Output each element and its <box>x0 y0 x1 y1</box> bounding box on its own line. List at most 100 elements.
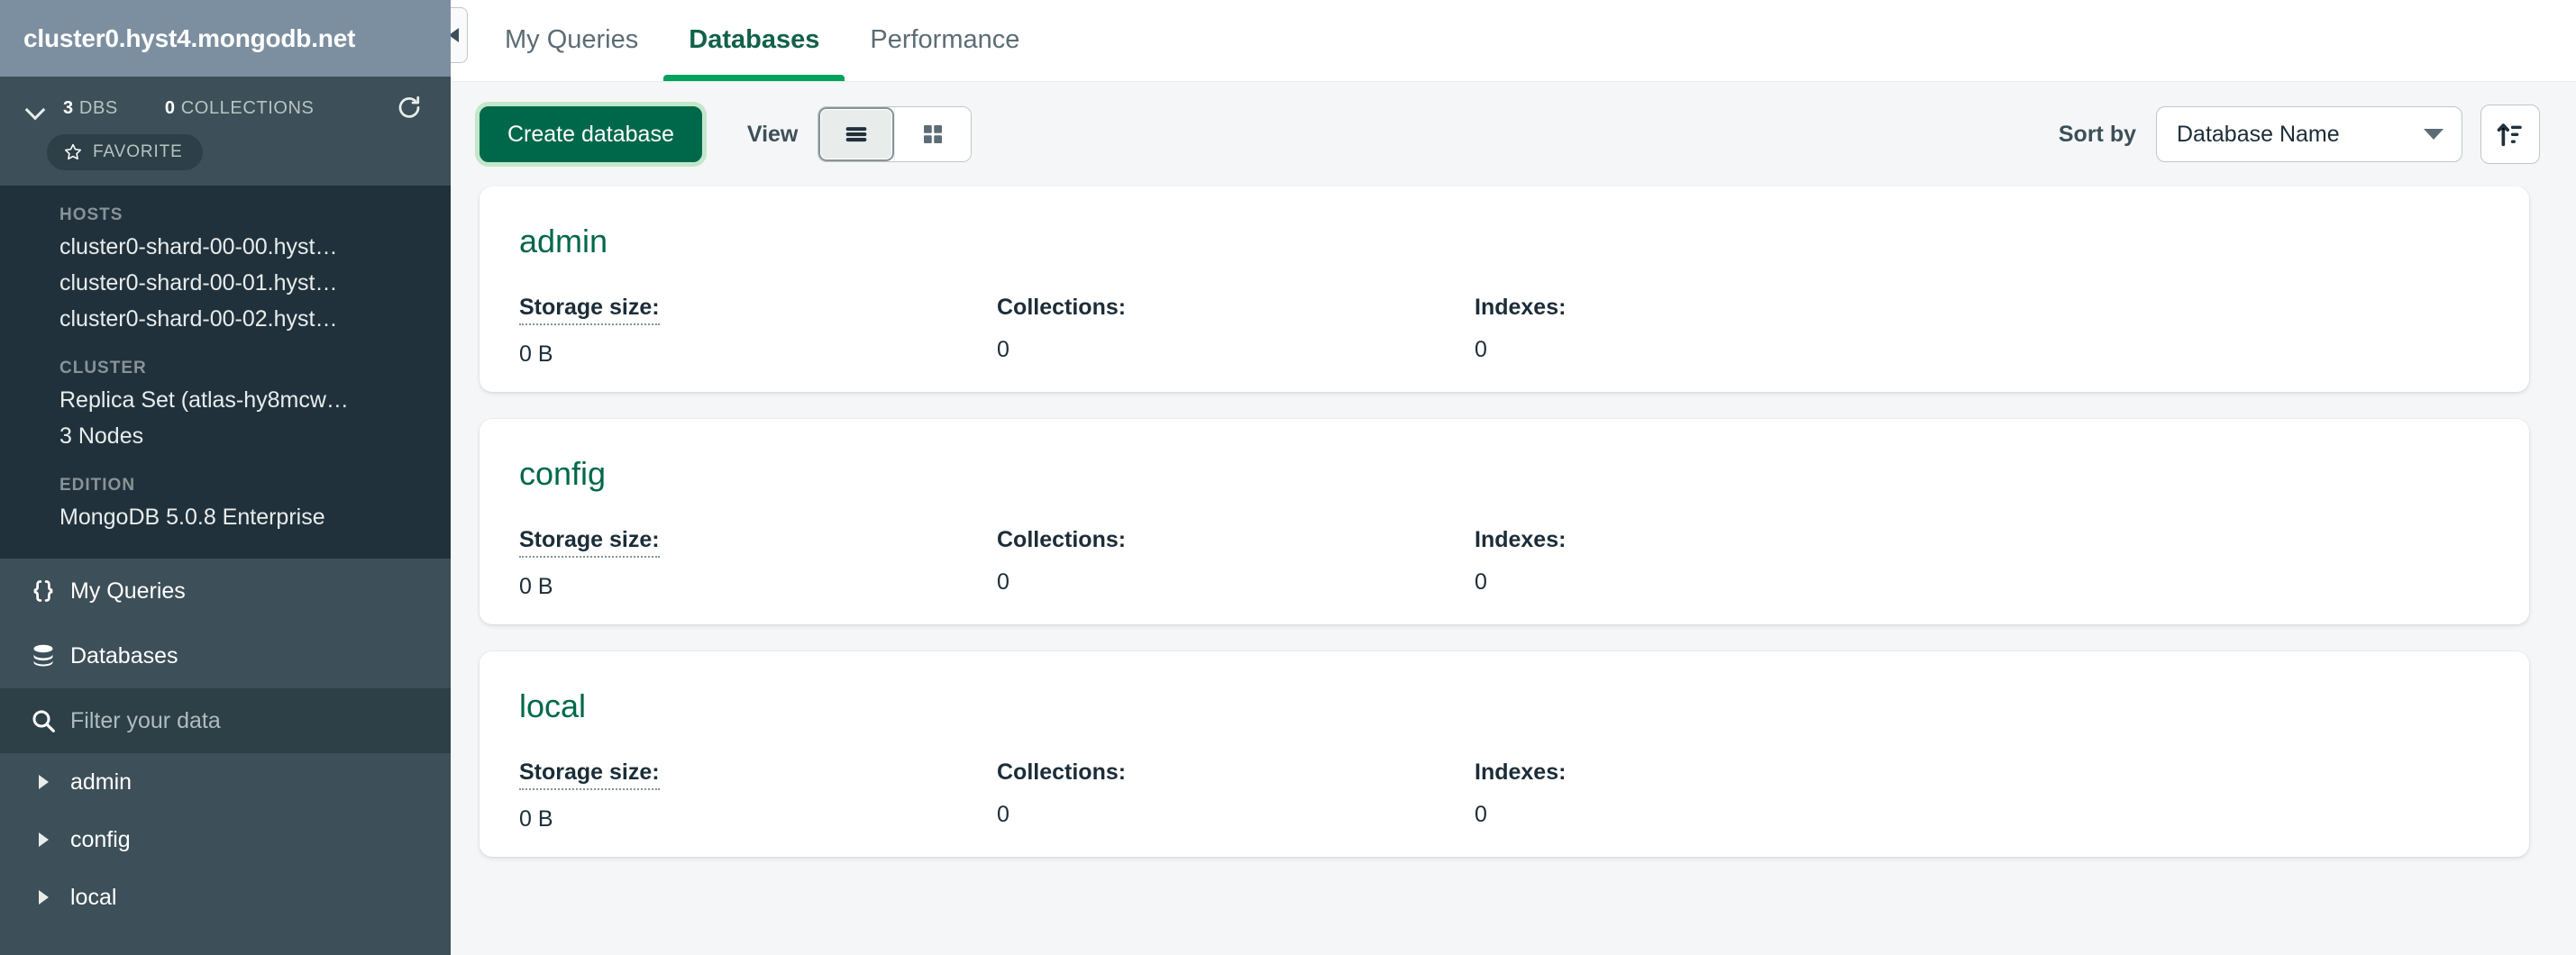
storage-size-value: 0 B <box>519 806 553 832</box>
indexes-label: Indexes: <box>1475 295 1567 320</box>
chevron-left-icon <box>451 28 459 42</box>
database-card-stats: Storage size: 0 B Collections: 0 Indexes… <box>519 295 2489 368</box>
sidebar-database-local[interactable]: local <box>0 869 451 926</box>
caret-right-icon[interactable] <box>27 775 59 789</box>
caret-right-icon[interactable] <box>27 890 59 905</box>
favorite-row: FAVORITE <box>0 127 451 170</box>
favorite-label: FAVORITE <box>93 142 183 161</box>
database-card-stats: Storage size: 0 B Collections: 0 Indexes… <box>519 527 2489 600</box>
detail-label: EDITION <box>59 476 136 495</box>
indexes-stat: Indexes: 0 <box>1475 295 1952 368</box>
refresh-icon[interactable] <box>391 90 427 126</box>
database-name-link[interactable]: admin <box>519 223 607 260</box>
detail-value: MongoDB 5.0.8 Enterprise <box>59 505 325 530</box>
collections-value: 0 <box>997 569 1009 595</box>
braces-icon <box>23 578 63 605</box>
compass-window: cluster0.hyst4.mongodb.net 3 DBS 0 COLLE… <box>0 0 2576 955</box>
detail-group-cluster: CLUSTER Replica Set (atlas-hy8mcw… 3 Nod… <box>0 359 451 454</box>
connection-stats-row: 3 DBS 0 COLLECTIONS <box>0 89 451 127</box>
collections-label: Collections: <box>997 295 1127 320</box>
database-glyph <box>33 644 53 667</box>
sidebar-nav: My Queries Databases Filter your data ad… <box>0 559 451 955</box>
tab-databases[interactable]: Databases <box>663 0 845 81</box>
indexes-label: Indexes: <box>1475 759 1567 785</box>
connection-details: HOSTS cluster0-shard-00-00.hyst… cluster… <box>0 186 451 559</box>
detail-value: cluster0-shard-00-00.hyst… <box>59 234 338 259</box>
sidebar-database-config[interactable]: config <box>0 811 451 869</box>
collections-value: 0 <box>997 802 1009 827</box>
star-icon <box>64 143 82 160</box>
tab-performance[interactable]: Performance <box>845 0 1045 81</box>
filter-data-input[interactable] <box>70 707 413 734</box>
sort-by-select[interactable]: Database Name <box>2156 106 2462 162</box>
view-list-button[interactable] <box>818 107 895 161</box>
sidebar-database-label: admin <box>70 769 132 795</box>
view-grid-button[interactable] <box>895 107 972 161</box>
storage-size-label[interactable]: Storage size: <box>519 527 660 558</box>
sort-by-value: Database Name <box>2177 121 2340 147</box>
collapse-sidebar-button[interactable] <box>451 7 468 63</box>
sidebar-item-databases[interactable]: Databases <box>0 623 451 688</box>
chevron-down-icon <box>2424 129 2444 140</box>
indexes-value: 0 <box>1475 569 1487 595</box>
storage-size-value: 0 B <box>519 574 553 599</box>
refresh-glyph <box>398 96 420 118</box>
create-database-button[interactable]: Create database <box>480 106 702 162</box>
storage-size-stat: Storage size: 0 B <box>519 527 997 600</box>
detail-value: cluster0-shard-00-01.hyst… <box>59 270 338 296</box>
sort-ascending-icon <box>2497 123 2522 147</box>
sort-direction-button[interactable] <box>2480 105 2540 164</box>
collections-stat: Collections: 0 <box>997 527 1475 600</box>
tab-label: My Queries <box>505 25 639 54</box>
tab-label: Databases <box>689 25 820 54</box>
detail-value: 3 Nodes <box>59 423 144 449</box>
storage-size-stat: Storage size: 0 B <box>519 295 997 368</box>
sidebar-database-label: local <box>70 884 117 910</box>
database-card[interactable]: config Storage size: 0 B Collections: 0 … <box>480 419 2529 624</box>
sidebar-item-my-queries[interactable]: My Queries <box>0 559 451 623</box>
collections-value: 0 <box>997 337 1009 362</box>
databases-toolbar: Create database View Sort by Database Na… <box>451 82 2576 186</box>
detail-value: Replica Set (atlas-hy8mcw… <box>59 387 349 413</box>
chevron-down-icon[interactable] <box>23 96 47 120</box>
sidebar-database-admin[interactable]: admin <box>0 753 451 811</box>
storage-size-label[interactable]: Storage size: <box>519 295 660 325</box>
caret-right-icon[interactable] <box>27 832 59 847</box>
collections-label: Collections: <box>997 527 1127 552</box>
detail-label: HOSTS <box>59 205 123 224</box>
database-icon <box>23 642 63 669</box>
database-card-stats: Storage size: 0 B Collections: 0 Indexes… <box>519 759 2489 832</box>
detail-group-hosts: HOSTS cluster0-shard-00-00.hyst… cluster… <box>0 205 451 337</box>
database-name-link[interactable]: config <box>519 455 606 493</box>
indexes-label: Indexes: <box>1475 527 1567 552</box>
sidebar-item-label: My Queries <box>70 578 186 604</box>
sort-controls: Sort by Database Name <box>2059 105 2540 164</box>
storage-size-stat: Storage size: 0 B <box>519 759 997 832</box>
indexes-stat: Indexes: 0 <box>1475 759 1952 832</box>
collections-stat: Collections: 0 <box>997 759 1475 832</box>
database-name-link[interactable]: local <box>519 687 586 725</box>
list-icon <box>846 127 867 142</box>
storage-size-value: 0 B <box>519 341 553 367</box>
indexes-value: 0 <box>1475 337 1487 362</box>
indexes-value: 0 <box>1475 802 1487 827</box>
connection-stats-block: 3 DBS 0 COLLECTIONS FAVORITE <box>0 77 451 186</box>
dbs-count: 3 DBS <box>63 98 118 119</box>
main-content: My Queries Databases Performance Create … <box>451 0 2576 955</box>
tab-my-queries[interactable]: My Queries <box>480 0 663 81</box>
view-label: View <box>746 121 799 147</box>
grid-icon <box>924 125 943 143</box>
tab-label: Performance <box>870 25 1020 54</box>
sort-by-label: Sort by <box>2058 121 2136 147</box>
storage-size-label[interactable]: Storage size: <box>519 759 660 790</box>
filter-data-row[interactable] <box>0 688 451 753</box>
collections-count: 0 COLLECTIONS <box>165 98 315 119</box>
search-icon <box>23 707 63 734</box>
braces-glyph <box>33 580 53 602</box>
favorite-button[interactable]: FAVORITE <box>47 134 203 170</box>
collections-label: Collections: <box>997 759 1127 785</box>
database-card[interactable]: local Storage size: 0 B Collections: 0 I… <box>480 651 2529 857</box>
search-glyph <box>32 710 55 732</box>
collections-count-value: 0 <box>164 97 176 118</box>
database-card[interactable]: admin Storage size: 0 B Collections: 0 I… <box>480 186 2529 392</box>
